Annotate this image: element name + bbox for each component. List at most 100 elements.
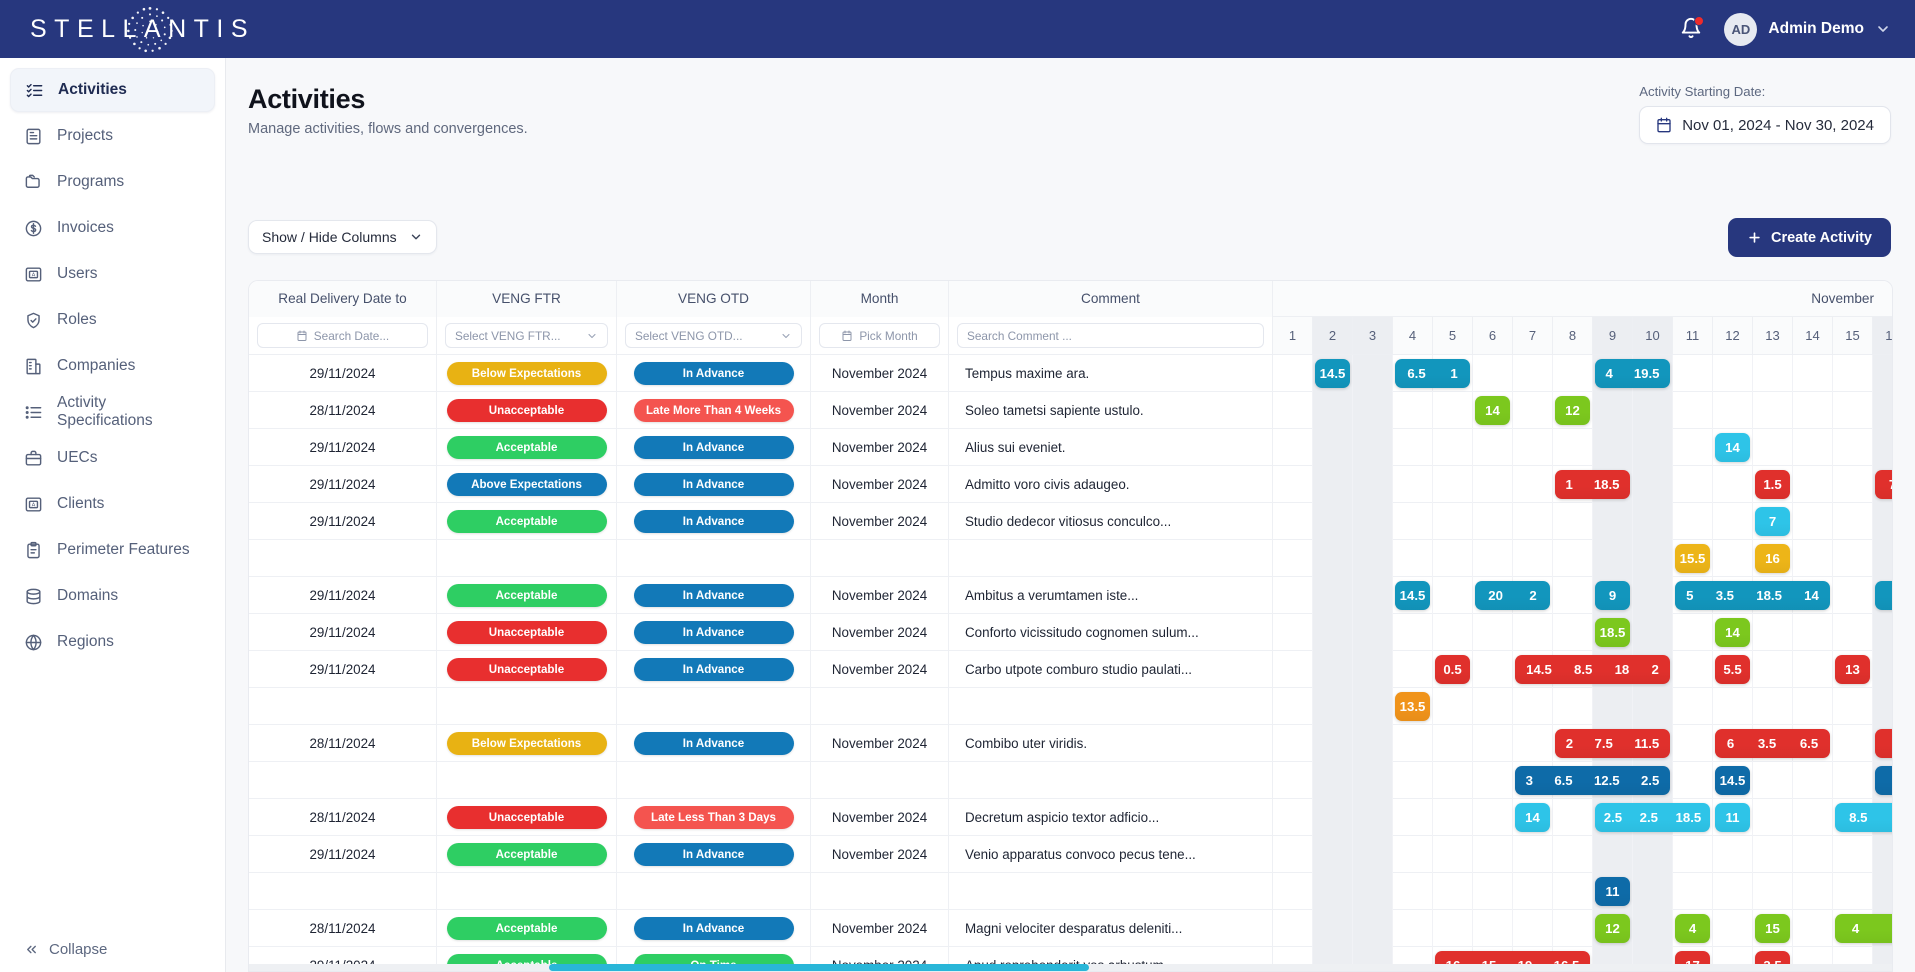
- calendar-cell[interactable]: [1713, 355, 1753, 392]
- calendar-cell[interactable]: [1553, 614, 1593, 651]
- calendar-cell[interactable]: [1633, 688, 1673, 725]
- table-row[interactable]: [249, 872, 1273, 910]
- calendar-cell[interactable]: [1673, 429, 1713, 466]
- calendar-cell[interactable]: [1833, 836, 1873, 873]
- calendar-cell[interactable]: [1793, 540, 1833, 577]
- calendar-cell[interactable]: [1313, 392, 1353, 429]
- calendar-cell[interactable]: [1673, 873, 1713, 910]
- table-row[interactable]: 29/11/2024 Acceptable In Advance November 2…: [249, 428, 1273, 466]
- calendar-cell[interactable]: [1633, 873, 1673, 910]
- calendar-cell[interactable]: [1353, 429, 1393, 466]
- gantt-bar[interactable]: 14: [1715, 618, 1750, 647]
- calendar-cell[interactable]: [1353, 762, 1393, 799]
- calendar-cell[interactable]: [1353, 873, 1393, 910]
- table-row[interactable]: [249, 687, 1273, 725]
- calendar-cell[interactable]: [1673, 836, 1713, 873]
- calendar-cell[interactable]: [1873, 873, 1892, 910]
- calendar-cell[interactable]: [1433, 836, 1473, 873]
- sidebar-item-users[interactable]: A Users: [10, 252, 215, 296]
- calendar-cell[interactable]: [1593, 392, 1633, 429]
- calendar-cell[interactable]: [1273, 836, 1313, 873]
- calendar-cell[interactable]: [1553, 429, 1593, 466]
- calendar-cell[interactable]: [1553, 503, 1593, 540]
- calendar-cell[interactable]: [1833, 688, 1873, 725]
- sidebar-item-roles[interactable]: Roles: [10, 298, 215, 342]
- calendar-cell[interactable]: [1473, 466, 1513, 503]
- column-header[interactable]: Real Delivery Date to Customer: [249, 281, 437, 342]
- calendar-cell[interactable]: [1833, 614, 1873, 651]
- gantt-bar[interactable]: 1.5: [1755, 470, 1790, 499]
- calendar-cell[interactable]: [1673, 503, 1713, 540]
- gantt-bar[interactable]: 14.5: [1715, 766, 1750, 795]
- calendar-cell[interactable]: [1473, 429, 1513, 466]
- calendar-cell[interactable]: [1833, 725, 1873, 762]
- gantt-bar[interactable]: 2 7.5 11.5: [1555, 729, 1670, 758]
- calendar-cell[interactable]: [1273, 429, 1313, 466]
- column-header[interactable]: VENG FTR: [437, 281, 617, 317]
- calendar-cell[interactable]: [1313, 651, 1353, 688]
- calendar-cell[interactable]: [1873, 688, 1892, 725]
- calendar-cell[interactable]: [1473, 540, 1513, 577]
- calendar-cell[interactable]: [1713, 873, 1753, 910]
- calendar-cell[interactable]: [1433, 503, 1473, 540]
- calendar-cell[interactable]: [1673, 725, 1713, 762]
- calendar-cell[interactable]: [1793, 799, 1833, 836]
- calendar-cell[interactable]: [1313, 688, 1353, 725]
- gantt-bar[interactable]: 8.5: [1835, 803, 1892, 832]
- sidebar-item-regions[interactable]: Regions: [10, 620, 215, 664]
- gantt-bar[interactable]: [1875, 581, 1892, 610]
- calendar-cell[interactable]: [1673, 466, 1713, 503]
- calendar-cell[interactable]: [1433, 392, 1473, 429]
- gantt-bar[interactable]: 11: [1595, 877, 1630, 906]
- calendar-cell[interactable]: [1473, 873, 1513, 910]
- calendar-cell[interactable]: [1873, 651, 1892, 688]
- calendar-cell[interactable]: [1393, 614, 1433, 651]
- calendar-cell[interactable]: [1513, 540, 1553, 577]
- calendar-cell[interactable]: [1273, 614, 1313, 651]
- calendar-cell[interactable]: [1793, 429, 1833, 466]
- calendar-cell[interactable]: [1433, 466, 1473, 503]
- calendar-cell[interactable]: [1393, 725, 1433, 762]
- calendar-cell[interactable]: [1473, 614, 1513, 651]
- calendar-cell[interactable]: [1313, 762, 1353, 799]
- calendar-cell[interactable]: [1793, 614, 1833, 651]
- scrollbar-thumb[interactable]: [549, 964, 1089, 971]
- gantt-bar[interactable]: 0.5: [1435, 655, 1470, 684]
- calendar-cell[interactable]: [1713, 540, 1753, 577]
- calendar-cell[interactable]: [1473, 725, 1513, 762]
- gantt-bar[interactable]: 16: [1755, 544, 1790, 573]
- calendar-cell[interactable]: [1473, 762, 1513, 799]
- calendar-cell[interactable]: [1393, 836, 1433, 873]
- calendar-cell[interactable]: [1553, 836, 1593, 873]
- user-menu[interactable]: AD Admin Demo: [1724, 12, 1891, 46]
- calendar-cell[interactable]: [1753, 762, 1793, 799]
- calendar-cell[interactable]: [1673, 614, 1713, 651]
- calendar-cell[interactable]: [1553, 577, 1593, 614]
- calendar-cell[interactable]: [1433, 725, 1473, 762]
- calendar-cell[interactable]: [1393, 392, 1433, 429]
- calendar-cell[interactable]: [1313, 466, 1353, 503]
- calendar-cell[interactable]: [1433, 799, 1473, 836]
- sidebar-item-invoices[interactable]: Invoices: [10, 206, 215, 250]
- calendar-cell[interactable]: [1513, 910, 1553, 947]
- calendar-cell[interactable]: [1793, 873, 1833, 910]
- table-row[interactable]: 28/11/2024 Below Expectations In Advance No…: [249, 724, 1273, 762]
- calendar-cell[interactable]: [1513, 688, 1553, 725]
- sidebar-item-activities[interactable]: Activities: [10, 68, 215, 112]
- calendar-cell[interactable]: [1633, 614, 1673, 651]
- calendar-cell[interactable]: [1873, 540, 1892, 577]
- calendar-cell[interactable]: [1473, 910, 1513, 947]
- calendar-cell[interactable]: [1433, 873, 1473, 910]
- gantt-bar[interactable]: 12: [1595, 914, 1630, 943]
- gantt-bar[interactable]: 6.5 1: [1395, 359, 1470, 388]
- calendar-cell[interactable]: [1353, 688, 1393, 725]
- calendar-cell[interactable]: [1433, 910, 1473, 947]
- calendar-cell[interactable]: [1313, 799, 1353, 836]
- calendar-cell[interactable]: [1833, 429, 1873, 466]
- calendar-cell[interactable]: [1673, 355, 1713, 392]
- show-hide-columns-button[interactable]: Show / Hide Columns: [248, 220, 437, 254]
- calendar-cell[interactable]: [1513, 392, 1553, 429]
- calendar-cell[interactable]: [1833, 577, 1873, 614]
- brand-logo[interactable]: STELLANTIS: [24, 0, 255, 58]
- calendar-cell[interactable]: [1473, 503, 1513, 540]
